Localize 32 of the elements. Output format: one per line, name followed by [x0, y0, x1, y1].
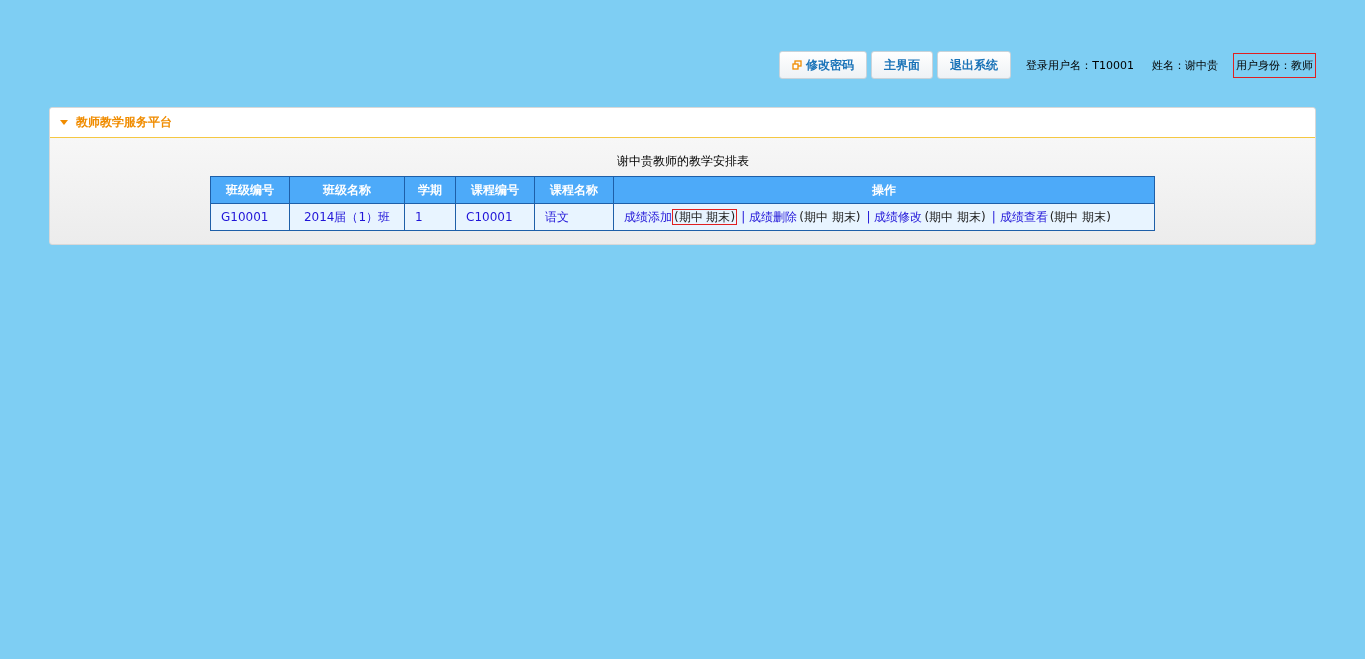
column-header: 课程名称	[534, 176, 614, 204]
action-link[interactable]: 成绩删除	[749, 209, 798, 224]
window-icon	[792, 60, 803, 70]
separator-text: |	[741, 209, 746, 224]
user-info-text: 姓名：谢中贵	[1151, 57, 1219, 74]
term-text: (期中 期末)	[923, 208, 987, 225]
table-cell: C10001	[466, 210, 513, 224]
term-text: (期中 期末)	[1048, 208, 1112, 225]
column-header: 操作	[613, 176, 1155, 204]
separator-text: |	[866, 209, 871, 224]
user-info-text: 用户身份：教师	[1233, 52, 1316, 78]
column-header: 班级名称	[289, 176, 405, 204]
column-header: 班级编号	[210, 176, 290, 204]
table-cell: G10001	[221, 210, 269, 224]
table-cell: 语文	[545, 209, 569, 224]
table-title: 谢中贵教师的教学安排表	[615, 153, 750, 170]
toolbar-button[interactable]: 主界面	[871, 51, 934, 79]
caret-icon[interactable]	[60, 119, 68, 126]
separator-text: |	[991, 209, 996, 224]
action-link[interactable]: 成绩添加	[624, 209, 672, 224]
column-header: 课程编号	[455, 176, 535, 204]
term-text: (期中 期末)	[672, 208, 738, 225]
term-text: (期中 期末)	[798, 208, 862, 225]
action-link[interactable]: 成绩修改	[874, 209, 923, 224]
column-header: 学期	[404, 176, 456, 204]
table-cell: 2014届（1）班	[303, 209, 391, 224]
panel-title: 教师教学服务平台	[76, 114, 172, 131]
toolbar-button[interactable]: 修改密码	[779, 51, 868, 79]
table-cell: 1	[415, 210, 423, 224]
toolbar-button[interactable]: 退出系统	[937, 51, 1012, 79]
action-link[interactable]: 成绩查看	[999, 209, 1048, 224]
user-info-text: 登录用户名：T10001	[1025, 57, 1135, 74]
